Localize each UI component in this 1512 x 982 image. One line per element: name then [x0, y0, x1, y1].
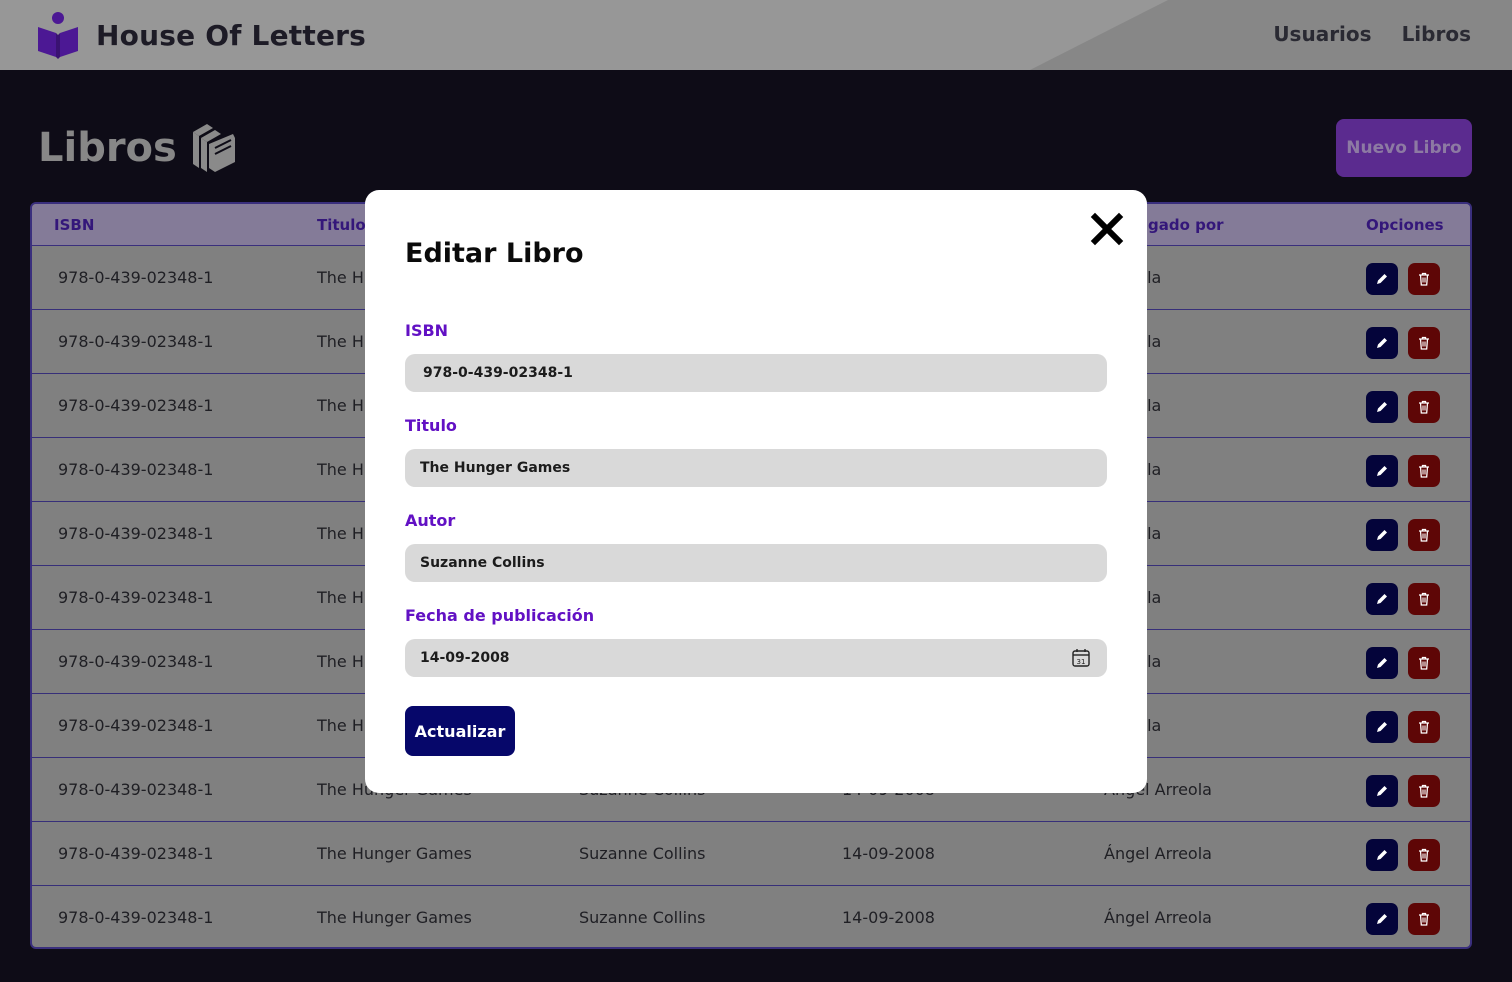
pencil-icon: [1377, 914, 1387, 924]
edit-button[interactable]: [1366, 647, 1398, 679]
page-title: Libros: [38, 125, 177, 171]
delete-button[interactable]: [1408, 583, 1440, 615]
new-book-button[interactable]: Nuevo Libro: [1336, 119, 1472, 177]
edit-button[interactable]: [1366, 327, 1398, 359]
autor-field[interactable]: [405, 544, 1107, 582]
delete-button[interactable]: [1408, 775, 1440, 807]
cell-agregado: Ángel Arreola: [1104, 844, 1212, 863]
cell-isbn: 978-0-439-02348-1: [58, 652, 214, 671]
book-reader-icon: [38, 12, 78, 59]
edit-button[interactable]: [1366, 519, 1398, 551]
cell-isbn: 978-0-439-02348-1: [58, 908, 214, 927]
delete-button[interactable]: [1408, 391, 1440, 423]
pencil-icon: [1377, 722, 1387, 732]
pencil-icon: [1377, 274, 1387, 284]
delete-button[interactable]: [1408, 839, 1440, 871]
trash-icon: [1419, 400, 1429, 414]
cell-isbn: 978-0-439-02348-1: [58, 780, 214, 799]
cell-autor: Suzanne Collins: [579, 908, 706, 927]
pencil-icon: [1377, 850, 1387, 860]
trash-icon: [1419, 656, 1429, 670]
brand[interactable]: House Of Letters: [36, 11, 366, 59]
edit-button[interactable]: [1366, 391, 1398, 423]
edit-button[interactable]: [1366, 455, 1398, 487]
cell-titulo: The Hunger Games: [317, 844, 472, 863]
col-header-titulo: Titulo: [317, 216, 366, 234]
trash-icon: [1419, 528, 1429, 542]
isbn-label: ISBN: [405, 321, 449, 340]
trash-icon: [1419, 912, 1429, 926]
table-row: 978-0-439-02348-1 The Hunger Games Suzanne…: [32, 886, 1470, 947]
pencil-icon: [1377, 338, 1387, 348]
delete-button[interactable]: [1408, 327, 1440, 359]
top-navbar: House Of Letters Usuarios Libros: [0, 0, 1512, 70]
cell-fecha: 14-09-2008: [842, 908, 935, 927]
calendar-icon[interactable]: 31: [1071, 648, 1091, 668]
delete-button[interactable]: [1408, 519, 1440, 551]
brand-name: House Of Letters: [96, 18, 367, 52]
delete-button[interactable]: [1408, 263, 1440, 295]
fecha-field[interactable]: [405, 639, 1107, 677]
pencil-icon: [1377, 466, 1387, 476]
cell-isbn: 978-0-439-02348-1: [58, 716, 214, 735]
titulo-field[interactable]: [405, 449, 1107, 487]
modal-title: Editar Libro: [405, 238, 584, 269]
edit-button[interactable]: [1366, 263, 1398, 295]
edit-book-modal: Editar Libro ISBN Titulo Autor Fecha de …: [365, 190, 1147, 793]
cell-isbn: 978-0-439-02348-1: [58, 524, 214, 543]
pencil-icon: [1377, 402, 1387, 412]
cell-isbn: 978-0-439-02348-1: [58, 844, 214, 863]
update-button[interactable]: Actualizar: [405, 706, 515, 756]
trash-icon: [1419, 720, 1429, 734]
page-heading: Libros: [38, 122, 237, 174]
cell-fecha: 14-09-2008: [842, 844, 935, 863]
cell-isbn: 978-0-439-02348-1: [58, 268, 214, 287]
cell-autor: Suzanne Collins: [579, 844, 706, 863]
nav-usuarios[interactable]: Usuarios: [1273, 22, 1371, 46]
edit-button[interactable]: [1366, 711, 1398, 743]
cell-isbn: 978-0-439-02348-1: [58, 332, 214, 351]
cell-isbn: 978-0-439-02348-1: [58, 460, 214, 479]
edit-button[interactable]: [1366, 903, 1398, 935]
delete-button[interactable]: [1408, 647, 1440, 679]
delete-button[interactable]: [1408, 903, 1440, 935]
trash-icon: [1419, 848, 1429, 862]
edit-button[interactable]: [1366, 583, 1398, 615]
pencil-icon: [1377, 530, 1387, 540]
cell-isbn: 978-0-439-02348-1: [58, 396, 214, 415]
delete-button[interactable]: [1408, 455, 1440, 487]
trash-icon: [1419, 592, 1429, 606]
cell-isbn: 978-0-439-02348-1: [58, 588, 214, 607]
main-nav: Usuarios Libros: [1273, 22, 1471, 46]
edit-button[interactable]: [1366, 839, 1398, 871]
col-header-agregado: gado por: [1148, 216, 1224, 234]
col-header-isbn: ISBN: [54, 216, 95, 234]
books-icon: [192, 124, 235, 172]
pencil-icon: [1377, 594, 1387, 604]
autor-label: Autor: [405, 511, 456, 530]
cell-titulo: The Hunger Games: [317, 908, 472, 927]
trash-icon: [1419, 272, 1429, 286]
close-icon: [1090, 212, 1124, 246]
calendar-day: 31: [1077, 658, 1086, 666]
isbn-field[interactable]: [405, 354, 1107, 392]
edit-button[interactable]: [1366, 775, 1398, 807]
trash-icon: [1419, 464, 1429, 478]
cell-agregado: Ángel Arreola: [1104, 908, 1212, 927]
pencil-icon: [1377, 786, 1387, 796]
trash-icon: [1419, 336, 1429, 350]
delete-button[interactable]: [1408, 711, 1440, 743]
nav-libros[interactable]: Libros: [1402, 22, 1471, 46]
trash-icon: [1419, 784, 1429, 798]
close-button[interactable]: [1090, 212, 1124, 246]
pencil-icon: [1377, 658, 1387, 668]
titulo-label: Titulo: [405, 416, 457, 435]
table-row: 978-0-439-02348-1 The Hunger Games Suzanne…: [32, 822, 1470, 886]
col-header-opciones: Opciones: [1366, 216, 1444, 234]
fecha-label: Fecha de publicación: [405, 606, 595, 625]
